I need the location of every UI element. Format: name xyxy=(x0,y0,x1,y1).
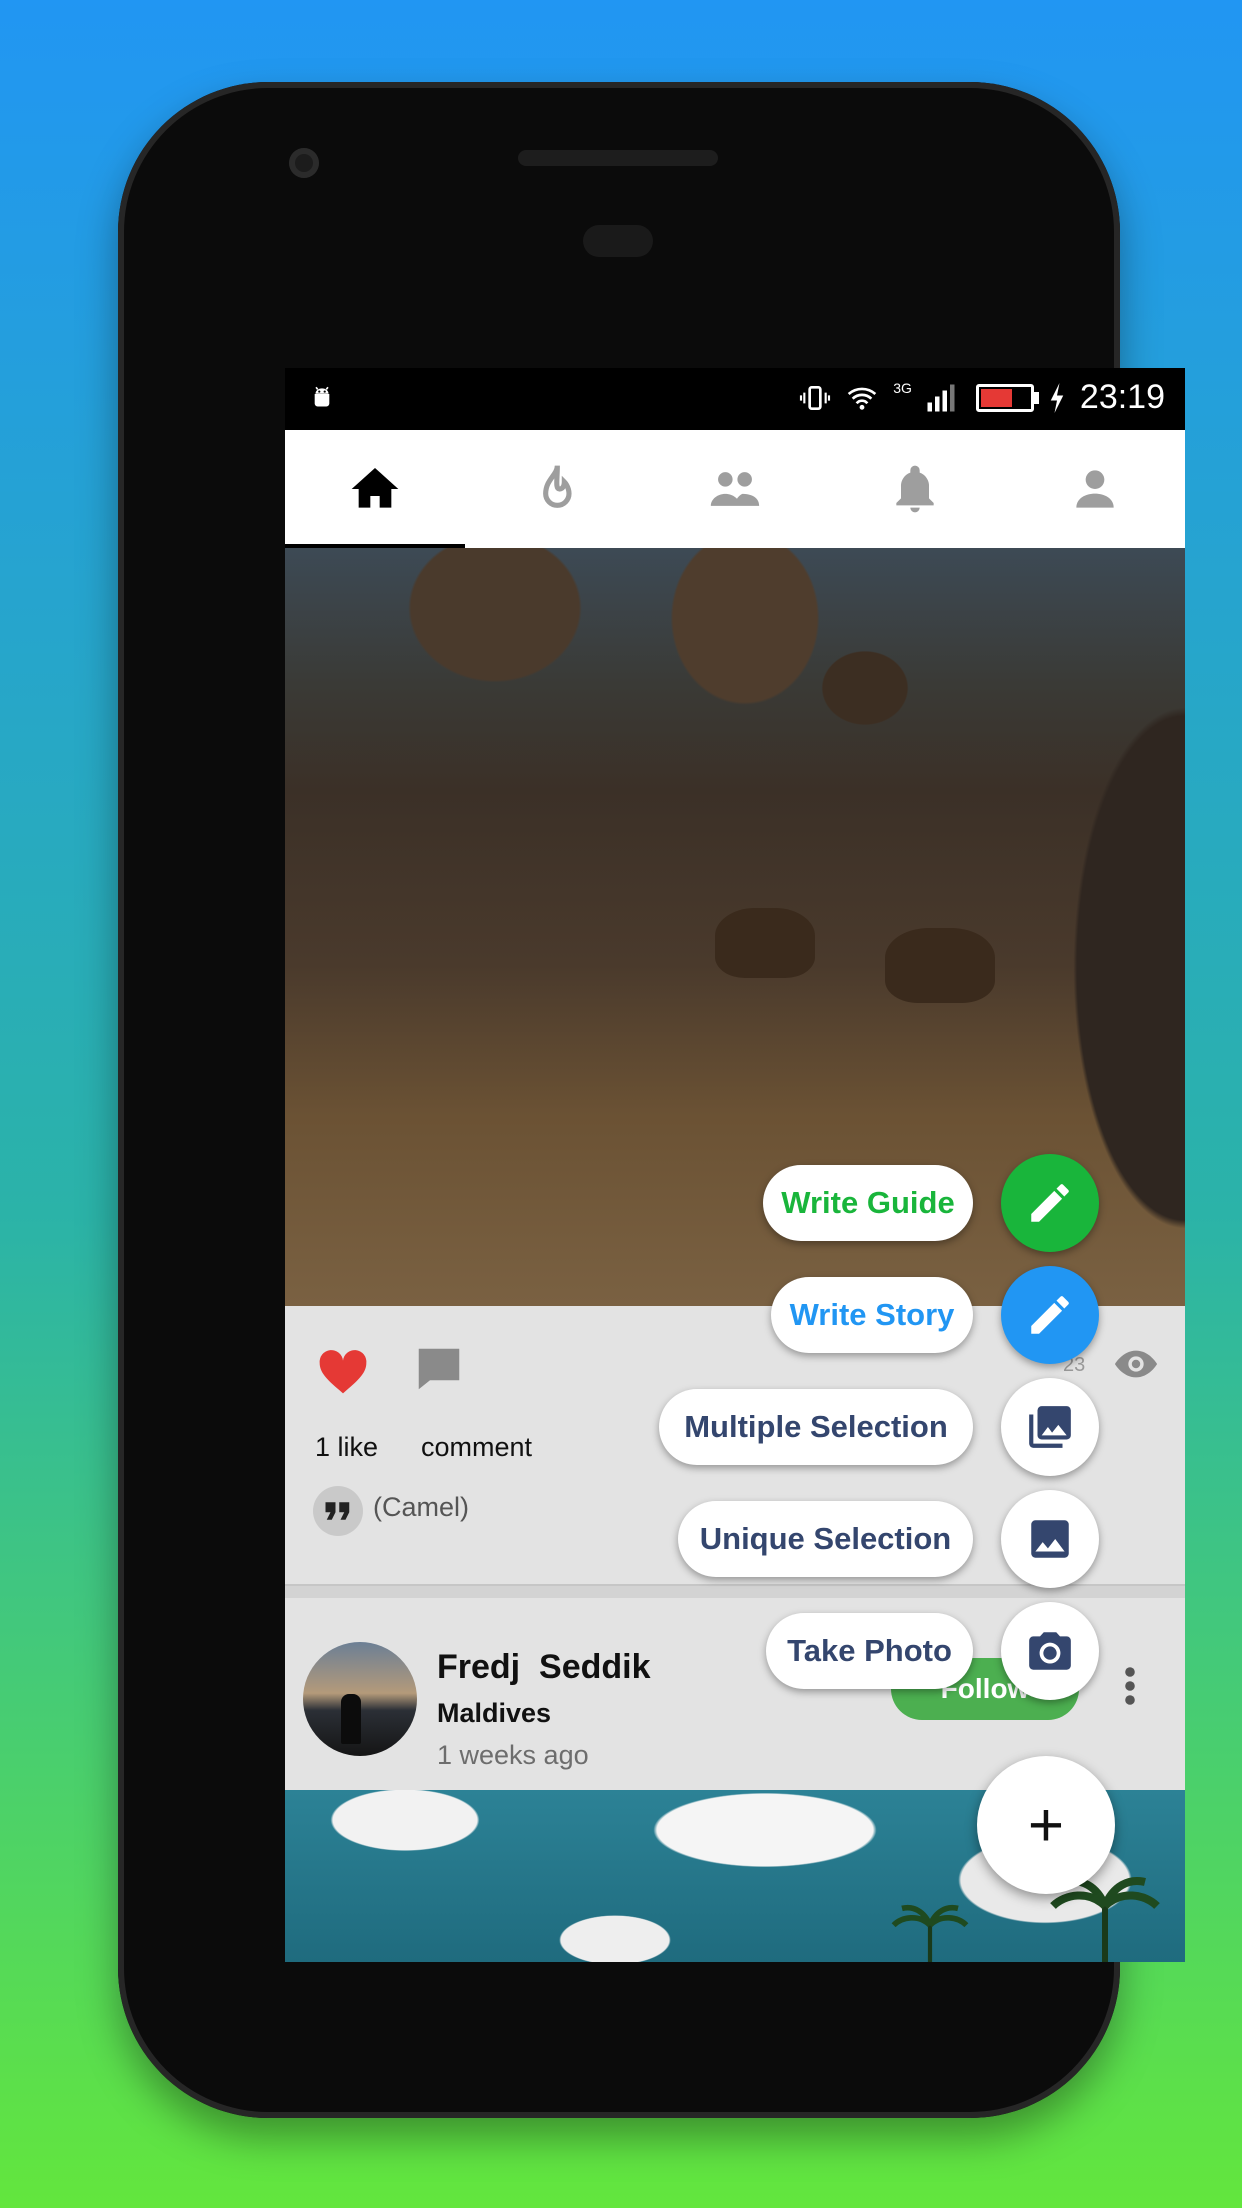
take-photo-button[interactable] xyxy=(1001,1602,1099,1700)
take-photo-label[interactable]: Take Photo xyxy=(766,1613,973,1689)
write-guide-label[interactable]: Write Guide xyxy=(763,1165,973,1241)
unique-selection-text: Unique Selection xyxy=(699,1521,952,1556)
fab-menu: Write Guide Write Story Multiple Selecti… xyxy=(285,368,1185,1962)
write-story-text: Write Story xyxy=(789,1297,955,1332)
front-camera xyxy=(289,148,319,178)
main-fab-close-button[interactable]: + xyxy=(977,1756,1115,1894)
phone-frame: 3G 23:19 1 like comment (Camel) 23 Fredj… xyxy=(118,82,1185,2118)
unique-selection-button[interactable] xyxy=(1001,1490,1099,1588)
write-guide-button[interactable] xyxy=(1001,1154,1099,1252)
multiple-selection-button[interactable] xyxy=(1001,1378,1099,1476)
take-photo-text: Take Photo xyxy=(787,1633,952,1668)
pencil-icon xyxy=(1031,1184,1069,1222)
write-story-label[interactable]: Write Story xyxy=(771,1277,973,1353)
image-icon xyxy=(1031,1520,1069,1558)
multiple-selection-label[interactable]: Multiple Selection xyxy=(659,1389,973,1465)
multiple-selection-text: Multiple Selection xyxy=(684,1409,948,1444)
screen: 3G 23:19 1 like comment (Camel) 23 Fredj… xyxy=(285,368,1185,1962)
plus-icon: + xyxy=(1027,1790,1065,1860)
write-guide-text: Write Guide xyxy=(781,1185,955,1220)
earpiece-speaker xyxy=(518,150,718,166)
photo-library-icon xyxy=(1029,1406,1071,1448)
camera-icon xyxy=(1029,1632,1071,1670)
unique-selection-label[interactable]: Unique Selection xyxy=(678,1501,973,1577)
proximity-sensor xyxy=(583,225,653,257)
pencil-icon xyxy=(1031,1296,1069,1334)
write-story-button[interactable] xyxy=(1001,1266,1099,1364)
